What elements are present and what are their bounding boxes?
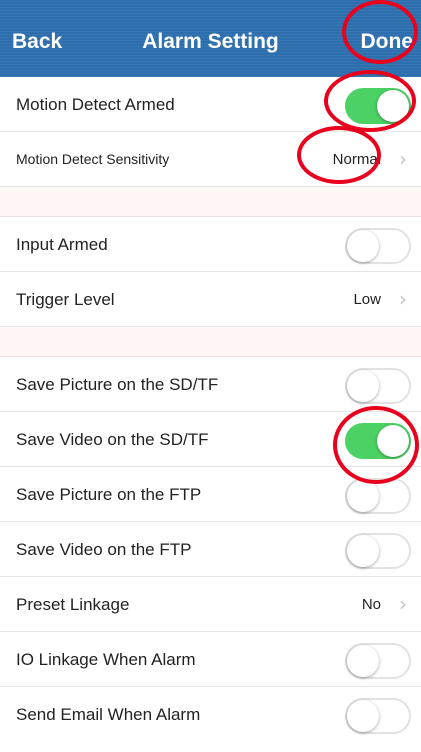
- toggle-knob: [347, 700, 379, 732]
- row-save-picture-ftp: Save Picture on the FTP: [0, 467, 421, 522]
- row-io-linkage: IO Linkage When Alarm: [0, 632, 421, 687]
- toggle-knob: [377, 90, 409, 122]
- toggle-knob: [347, 480, 379, 512]
- row-label: Motion Detect Sensitivity: [16, 151, 170, 167]
- motion-detect-armed-toggle[interactable]: [345, 88, 411, 124]
- save-picture-ftp-toggle[interactable]: [345, 478, 411, 514]
- send-email-toggle[interactable]: [345, 698, 411, 734]
- row-label: Save Picture on the FTP: [16, 485, 202, 504]
- toggle-knob: [347, 230, 379, 262]
- row-motion-detect-sensitivity[interactable]: Motion Detect Sensitivity Normal ›: [0, 132, 421, 187]
- row-preset-linkage[interactable]: Preset Linkage No ›: [0, 577, 421, 632]
- row-label: Preset Linkage: [16, 595, 130, 614]
- preset-linkage-value: No: [361, 596, 381, 613]
- row-label: Save Video on the SD/TF: [16, 430, 209, 449]
- nav-bar: Alarm Setting Back Done: [0, 0, 421, 77]
- trigger-level-value: Low: [353, 291, 381, 308]
- row-label: Motion Detect Armed: [16, 95, 175, 114]
- row-label: Save Video on the FTP: [16, 540, 192, 559]
- toggle-knob: [377, 425, 409, 457]
- row-send-email: Send Email When Alarm: [0, 687, 421, 742]
- chevron-right-icon: ›: [399, 147, 407, 171]
- row-save-video-ftp: Save Video on the FTP: [0, 522, 421, 577]
- row-motion-detect-armed: Motion Detect Armed: [0, 77, 421, 132]
- row-label: IO Linkage When Alarm: [16, 650, 196, 669]
- toggle-knob: [347, 370, 379, 402]
- row-label: Send Email When Alarm: [16, 705, 201, 724]
- nav-bar-texture: [0, 0, 421, 77]
- save-video-sd-toggle[interactable]: [345, 423, 411, 459]
- sensitivity-value: Normal: [332, 151, 381, 168]
- chevron-right-icon: ›: [399, 287, 407, 311]
- row-save-video-sd: Save Video on the SD/TF: [0, 412, 421, 467]
- row-label: Input Armed: [16, 235, 108, 254]
- back-button[interactable]: Back: [12, 20, 62, 64]
- row-input-armed: Input Armed: [0, 217, 421, 272]
- toggle-knob: [347, 535, 379, 567]
- row-save-picture-sd: Save Picture on the SD/TF: [0, 357, 421, 412]
- section-separator: [0, 187, 421, 217]
- chevron-right-icon: ›: [399, 592, 407, 616]
- settings-list: Motion Detect Armed Motion Detect Sensit…: [0, 77, 421, 742]
- row-trigger-level[interactable]: Trigger Level Low ›: [0, 272, 421, 327]
- toggle-knob: [347, 645, 379, 677]
- io-linkage-toggle[interactable]: [345, 643, 411, 679]
- save-picture-sd-toggle[interactable]: [345, 368, 411, 404]
- save-video-ftp-toggle[interactable]: [345, 533, 411, 569]
- input-armed-toggle[interactable]: [345, 228, 411, 264]
- row-label: Trigger Level: [16, 290, 115, 309]
- row-label: Save Picture on the SD/TF: [16, 375, 219, 394]
- section-separator: [0, 327, 421, 357]
- done-button[interactable]: Done: [361, 20, 414, 64]
